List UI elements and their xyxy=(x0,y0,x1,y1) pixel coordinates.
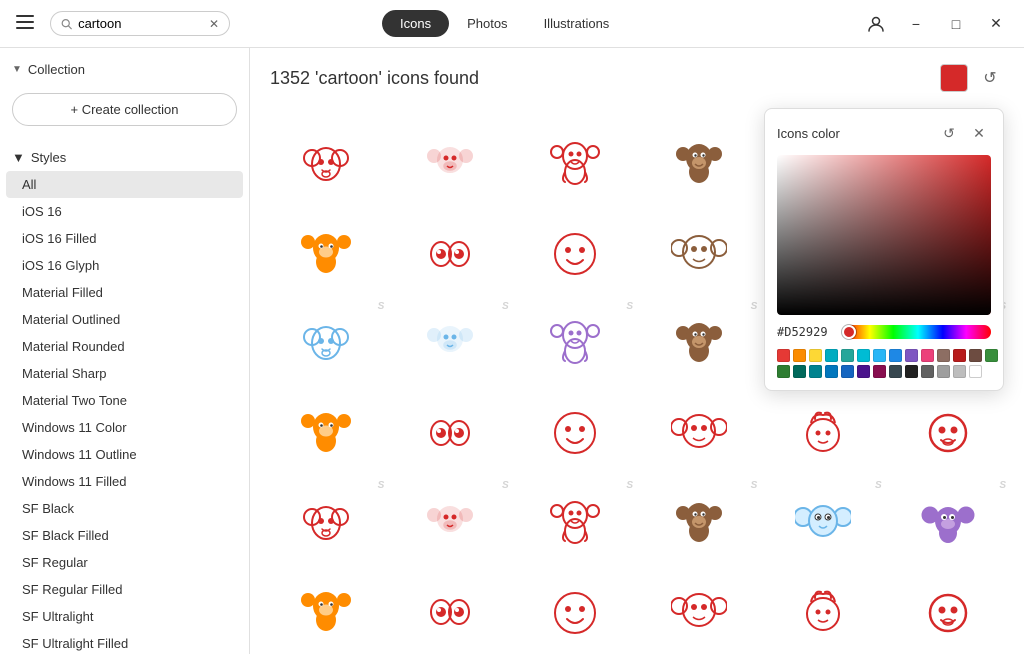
color-picker-reset-button[interactable]: ↺ xyxy=(937,121,961,145)
color-swatch-item[interactable] xyxy=(969,365,982,378)
sidebar-style-item[interactable]: Windows 11 Filled xyxy=(6,468,243,495)
search-bar: ✕ xyxy=(50,11,230,36)
sidebar-style-item[interactable]: SF Regular xyxy=(6,549,243,576)
color-swatch-item[interactable] xyxy=(793,365,806,378)
tab-illustrations[interactable]: Illustrations xyxy=(526,10,628,37)
styles-section: ▼ Styles AlliOS 16iOS 16 FillediOS 16 Gl… xyxy=(0,138,249,654)
results-title: 1352 'cartoon' icons found xyxy=(270,68,479,89)
icon-cell[interactable]: S xyxy=(515,552,635,654)
hex-value-label: #D52929 xyxy=(777,325,837,339)
minimize-button[interactable]: − xyxy=(900,8,932,40)
color-swatch-item[interactable] xyxy=(809,349,822,362)
sidebar-style-item[interactable]: Material Rounded xyxy=(6,333,243,360)
profile-button[interactable] xyxy=(860,8,892,40)
collection-label: Collection xyxy=(28,62,85,77)
tab-icons[interactable]: Icons xyxy=(382,10,449,37)
color-swatch-item[interactable] xyxy=(857,349,870,362)
window-controls: − □ ✕ xyxy=(860,8,1012,40)
titlebar: ✕ Icons Photos Illustrations − □ ✕ xyxy=(0,0,1024,48)
color-picker-popup: Icons color ↺ ✕ #D52929 xyxy=(764,108,1004,391)
search-clear-button[interactable]: ✕ xyxy=(209,17,219,31)
sidebar-style-item[interactable]: iOS 16 xyxy=(6,198,243,225)
color-swatch-item[interactable] xyxy=(825,349,838,362)
color-swatch-item[interactable] xyxy=(809,365,822,378)
color-picker-close-button[interactable]: ✕ xyxy=(967,121,991,145)
color-swatch-item[interactable] xyxy=(793,349,806,362)
maximize-button[interactable]: □ xyxy=(940,8,972,40)
sidebar-style-item[interactable]: iOS 16 Glyph xyxy=(6,252,243,279)
sidebar-style-item[interactable]: SF Black Filled xyxy=(6,522,243,549)
color-swatch-item[interactable] xyxy=(921,349,934,362)
color-swatch-item[interactable] xyxy=(937,349,950,362)
hue-row: #D52929 xyxy=(777,325,991,339)
sidebar-style-item[interactable]: Material Two Tone xyxy=(6,387,243,414)
color-swatch-item[interactable] xyxy=(825,365,838,378)
color-picker-header: Icons color ↺ ✕ xyxy=(777,121,991,145)
hamburger-icon xyxy=(16,13,34,31)
sidebar-style-item[interactable]: Windows 11 Color xyxy=(6,414,243,441)
color-swatch-item[interactable] xyxy=(953,349,966,362)
main-layout: ▼ Collection + Create collection ▼ Style… xyxy=(0,48,1024,654)
color-swatch-item[interactable] xyxy=(905,365,918,378)
content-area: 1352 'cartoon' icons found ↺ xyxy=(250,48,1024,654)
color-swatch-item[interactable] xyxy=(889,365,902,378)
sidebar-style-item[interactable]: iOS 16 Filled xyxy=(6,225,243,252)
sidebar-style-item[interactable]: Material Outlined xyxy=(6,306,243,333)
icon-cell[interactable]: S xyxy=(763,552,883,654)
search-input[interactable] xyxy=(78,16,203,31)
tab-photos[interactable]: Photos xyxy=(449,10,525,37)
collection-header[interactable]: ▼ Collection xyxy=(12,58,237,81)
icon-cell[interactable]: S xyxy=(639,552,759,654)
color-swatch-item[interactable] xyxy=(777,365,790,378)
color-picker-title: Icons color xyxy=(777,126,840,141)
collection-arrow-icon: ▼ xyxy=(12,64,22,75)
color-swatch-item[interactable] xyxy=(953,365,966,378)
color-swatch-item[interactable] xyxy=(777,349,790,362)
sidebar-style-item[interactable]: Material Sharp xyxy=(6,360,243,387)
color-swatches-grid xyxy=(777,349,991,378)
sidebar-style-item[interactable]: SF Ultralight Filled xyxy=(6,630,243,654)
gradient-background xyxy=(777,155,991,315)
color-swatch-item[interactable] xyxy=(921,365,934,378)
color-swatch-item[interactable] xyxy=(889,349,902,362)
close-button[interactable]: ✕ xyxy=(980,8,1012,40)
icon-cell[interactable]: S xyxy=(266,552,386,654)
sidebar-style-item[interactable]: Material Filled xyxy=(6,279,243,306)
sidebar-style-item[interactable]: All xyxy=(6,171,243,198)
sidebar-style-item[interactable]: SF Black xyxy=(6,495,243,522)
color-swatch-item[interactable] xyxy=(841,365,854,378)
menu-button[interactable] xyxy=(12,9,38,38)
color-picker-actions: ↺ ✕ xyxy=(937,121,991,145)
color-swatch-item[interactable] xyxy=(873,365,886,378)
sidebar: ▼ Collection + Create collection ▼ Style… xyxy=(0,48,250,654)
search-icon xyxy=(61,17,72,31)
content-header: 1352 'cartoon' icons found ↺ xyxy=(250,48,1024,104)
sidebar-style-item[interactable]: SF Ultralight xyxy=(6,603,243,630)
create-collection-button[interactable]: + Create collection xyxy=(12,93,237,126)
hue-slider-thumb xyxy=(842,325,856,339)
hue-slider[interactable] xyxy=(845,325,991,339)
color-swatch-button[interactable] xyxy=(940,64,968,92)
color-swatch-item[interactable] xyxy=(969,349,982,362)
color-swatch-item[interactable] xyxy=(857,365,870,378)
profile-icon xyxy=(867,15,885,33)
sidebar-style-item[interactable]: SF Regular Filled xyxy=(6,576,243,603)
styles-arrow-icon: ▼ xyxy=(12,150,25,165)
color-swatch-item[interactable] xyxy=(937,365,950,378)
collection-section: ▼ Collection xyxy=(0,48,249,87)
style-items-list: AlliOS 16iOS 16 FillediOS 16 GlyphMateri… xyxy=(0,171,249,654)
sidebar-style-item[interactable]: Windows 11 Outline xyxy=(6,441,243,468)
styles-label: Styles xyxy=(31,150,66,165)
main-tabs: Icons Photos Illustrations xyxy=(382,10,627,37)
icon-cell[interactable]: S xyxy=(390,552,510,654)
color-swatch-item[interactable] xyxy=(985,349,998,362)
color-swatch-item[interactable] xyxy=(873,349,886,362)
icon-cell[interactable]: S xyxy=(888,552,1008,654)
color-swatch-item[interactable] xyxy=(905,349,918,362)
color-gradient-area[interactable] xyxy=(777,155,991,315)
color-swatch-item[interactable] xyxy=(841,349,854,362)
styles-header[interactable]: ▼ Styles xyxy=(0,144,249,171)
refresh-color-button[interactable]: ↺ xyxy=(976,64,1004,92)
